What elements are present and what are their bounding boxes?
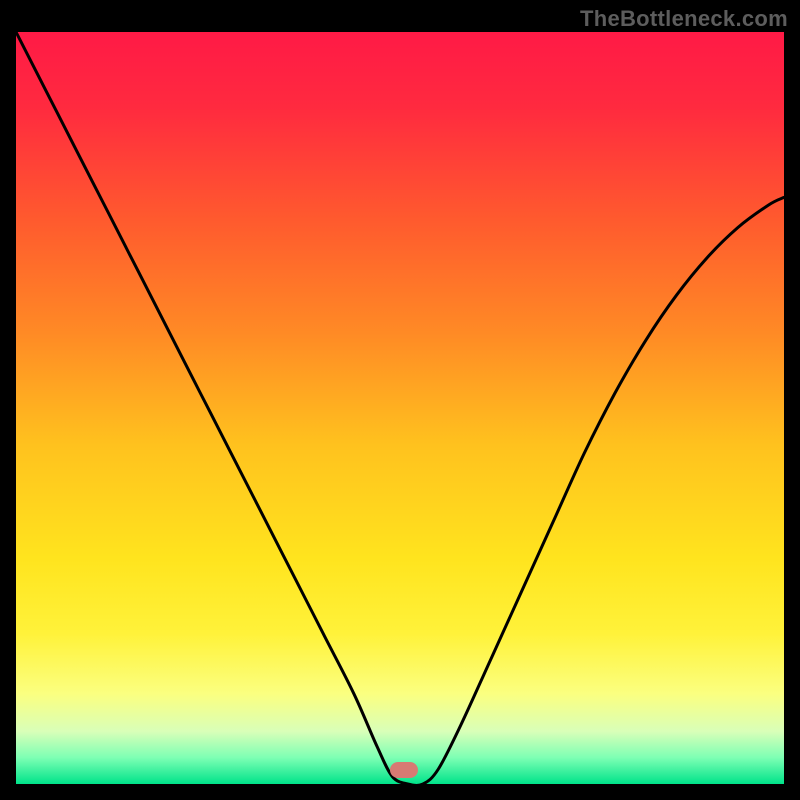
optimum-marker <box>390 762 418 778</box>
bottleneck-curve-plot <box>16 32 784 784</box>
chart-frame: TheBottleneck.com <box>0 0 800 800</box>
gradient-background <box>16 32 784 784</box>
watermark-text: TheBottleneck.com <box>580 6 788 32</box>
